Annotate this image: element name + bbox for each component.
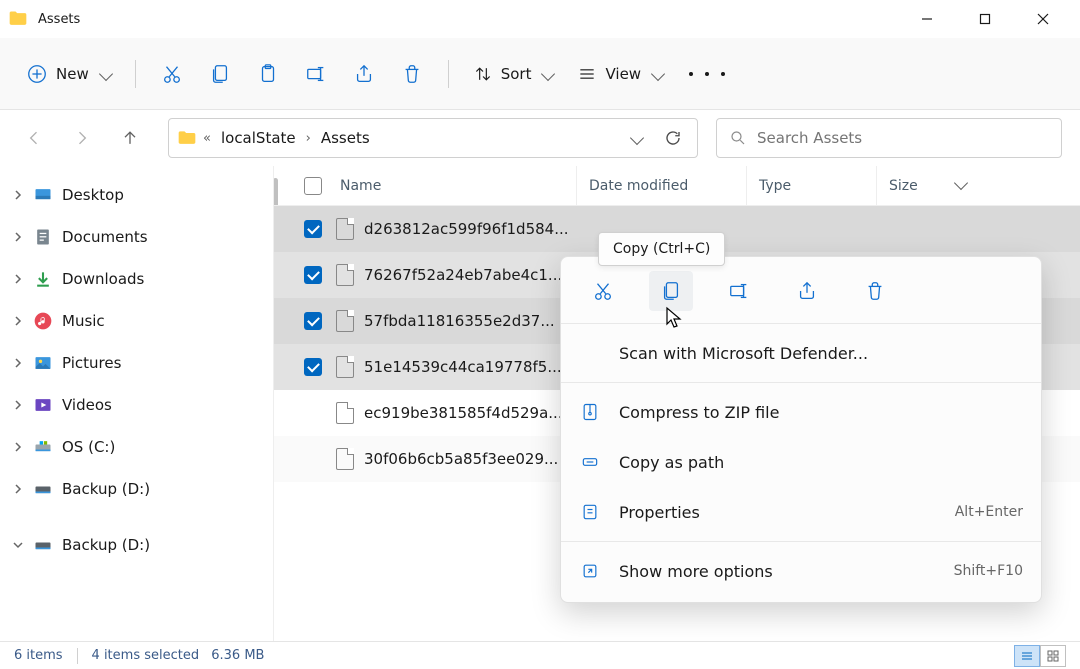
chevron-down-icon — [541, 66, 555, 80]
sidebar-item-videos[interactable]: Videos — [0, 384, 273, 426]
refresh-button[interactable] — [657, 122, 689, 154]
properties-icon — [579, 502, 601, 522]
copy-button[interactable] — [200, 54, 240, 94]
checkbox-icon[interactable] — [304, 220, 322, 238]
sidebar: Desktop Documents Downloads Music Pictur… — [0, 166, 273, 641]
folder-icon — [177, 128, 197, 148]
checkbox-icon[interactable] — [304, 266, 322, 284]
back-button[interactable] — [14, 118, 54, 158]
checkbox-icon[interactable] — [304, 312, 322, 330]
file-icon — [336, 356, 354, 378]
up-button[interactable] — [110, 118, 150, 158]
chevron-right-icon: › — [306, 131, 311, 146]
sidebar-item-music[interactable]: Music — [0, 300, 273, 342]
ctx-share-button[interactable] — [785, 271, 829, 311]
sidebar-item-documents[interactable]: Documents — [0, 216, 273, 258]
breadcrumb-separator: « — [203, 131, 211, 146]
file-icon — [336, 310, 354, 332]
paste-button[interactable] — [248, 54, 288, 94]
checkbox-icon[interactable] — [304, 358, 322, 376]
toolbar: New Sort View — [0, 38, 1080, 110]
window-title: Assets — [38, 12, 80, 27]
sort-label: Sort — [501, 65, 532, 83]
chevron-down-icon — [651, 66, 665, 80]
file-icon — [336, 218, 354, 240]
chevron-down-icon — [954, 176, 968, 190]
cut-button[interactable] — [152, 54, 192, 94]
address-dropdown-button[interactable] — [619, 122, 651, 154]
ctx-copy-button[interactable] — [649, 271, 693, 311]
status-item-count: 6 items — [14, 648, 63, 663]
zip-icon — [579, 402, 601, 422]
new-label: New — [56, 65, 89, 83]
column-size[interactable]: Size — [876, 166, 976, 205]
breadcrumb-parent[interactable]: localState — [217, 129, 300, 147]
navigation-row: « localState › Assets — [0, 110, 1080, 166]
sort-button[interactable]: Sort — [465, 54, 562, 94]
share-button[interactable] — [344, 54, 384, 94]
details-view-button[interactable] — [1014, 645, 1040, 667]
folder-icon — [8, 9, 28, 29]
ctx-rename-button[interactable] — [717, 271, 761, 311]
ctx-cut-button[interactable] — [581, 271, 625, 311]
file-icon — [336, 402, 354, 424]
breadcrumb-current[interactable]: Assets — [317, 129, 374, 147]
tooltip: Copy (Ctrl+C) — [598, 232, 725, 266]
sidebar-item-desktop[interactable]: Desktop — [0, 174, 273, 216]
column-type[interactable]: Type — [746, 166, 876, 205]
search-icon — [729, 129, 747, 147]
search-bar[interactable] — [716, 118, 1062, 158]
sidebar-item-backup-d[interactable]: Backup (D:) — [0, 468, 273, 510]
status-selected: 4 items selected — [92, 648, 200, 663]
address-bar[interactable]: « localState › Assets — [168, 118, 698, 158]
checkbox-icon[interactable] — [304, 450, 322, 468]
more-button[interactable] — [679, 54, 735, 94]
column-name[interactable]: Name — [340, 166, 576, 205]
sidebar-item-backup-d-2[interactable]: Backup (D:) — [0, 524, 273, 566]
select-all-checkbox[interactable] — [304, 177, 322, 195]
column-headers: Name Date modified Type Size — [274, 166, 1080, 206]
search-input[interactable] — [757, 129, 1049, 147]
ctx-properties[interactable]: PropertiesAlt+Enter — [561, 487, 1041, 537]
view-button[interactable]: View — [569, 54, 671, 94]
ctx-scan-defender[interactable]: Scan with Microsoft Defender... — [561, 328, 1041, 378]
more-options-icon — [579, 561, 601, 581]
file-icon — [336, 264, 354, 286]
ctx-delete-button[interactable] — [853, 271, 897, 311]
sidebar-item-os-c[interactable]: OS (C:) — [0, 426, 273, 468]
path-icon — [579, 452, 601, 472]
title-bar: Assets — [0, 0, 1080, 38]
minimize-button[interactable] — [898, 0, 956, 38]
close-button[interactable] — [1014, 0, 1072, 38]
column-date[interactable]: Date modified — [576, 166, 746, 205]
status-size: 6.36 MB — [211, 648, 264, 663]
delete-button[interactable] — [392, 54, 432, 94]
forward-button[interactable] — [62, 118, 102, 158]
context-menu: Scan with Microsoft Defender... Compress… — [560, 256, 1042, 603]
cursor-icon — [665, 306, 685, 330]
file-icon — [336, 448, 354, 470]
chevron-down-icon — [99, 66, 113, 80]
view-label: View — [605, 65, 641, 83]
status-bar: 6 items 4 items selected 6.36 MB — [0, 641, 1080, 669]
maximize-button[interactable] — [956, 0, 1014, 38]
ctx-compress-zip[interactable]: Compress to ZIP file — [561, 387, 1041, 437]
ctx-copy-path[interactable]: Copy as path — [561, 437, 1041, 487]
sidebar-item-downloads[interactable]: Downloads — [0, 258, 273, 300]
checkbox-icon[interactable] — [304, 404, 322, 422]
new-button[interactable]: New — [18, 54, 119, 94]
ctx-more-options[interactable]: Show more optionsShift+F10 — [561, 546, 1041, 596]
thumbnails-view-button[interactable] — [1040, 645, 1066, 667]
sidebar-item-pictures[interactable]: Pictures — [0, 342, 273, 384]
rename-button[interactable] — [296, 54, 336, 94]
